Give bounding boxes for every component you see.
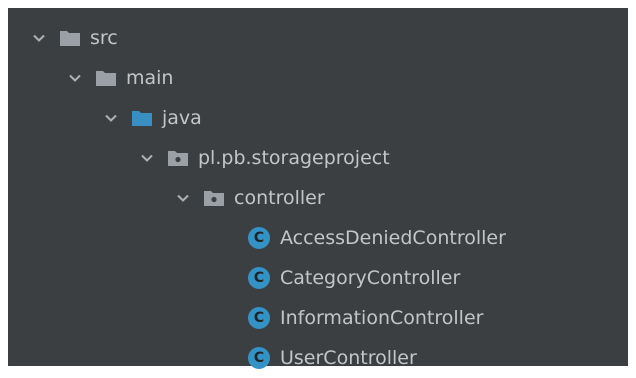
tree-node-class-categorycontroller[interactable]: C CategoryController xyxy=(8,258,636,298)
tree-node-label: pl.pb.storageproject xyxy=(198,146,390,169)
package-icon xyxy=(168,149,188,167)
class-icon: C xyxy=(248,267,270,289)
tree-node-label: UserController xyxy=(280,346,417,369)
tree-node-class-accessdeniedcontroller[interactable]: C AccessDeniedController xyxy=(8,218,636,258)
tree-node-label: CategoryController xyxy=(280,266,461,289)
tree-node-label: java xyxy=(162,106,202,129)
class-icon: C xyxy=(248,307,270,329)
tree-node-class-informationcontroller[interactable]: C InformationController xyxy=(8,298,636,338)
package-icon xyxy=(204,189,224,207)
folder-icon xyxy=(60,29,80,47)
tree-node-label: main xyxy=(126,66,174,89)
tree-node-label: InformationController xyxy=(280,306,484,329)
tree-node-label: src xyxy=(90,26,118,49)
chevron-down-icon[interactable] xyxy=(30,29,48,47)
class-icon: C xyxy=(248,227,270,249)
tree-node-label: AccessDeniedController xyxy=(280,226,506,249)
chevron-down-icon[interactable] xyxy=(174,189,192,207)
chevron-down-icon[interactable] xyxy=(138,149,156,167)
chevron-down-icon[interactable] xyxy=(66,69,84,87)
tree-node-label: controller xyxy=(234,186,325,209)
source-folder-icon xyxy=(132,109,152,127)
tree-node-src[interactable]: src xyxy=(8,18,636,58)
project-tree-panel: src main java pl.pb.storageproject contr… xyxy=(8,8,628,369)
folder-icon xyxy=(96,69,116,87)
tree-node-main[interactable]: main xyxy=(8,58,636,98)
tree-node-class-usercontroller[interactable]: C UserController xyxy=(8,338,636,378)
chevron-down-icon[interactable] xyxy=(102,109,120,127)
tree-node-package-controller[interactable]: controller xyxy=(8,178,636,218)
tree-node-package-storageproject[interactable]: pl.pb.storageproject xyxy=(8,138,636,178)
class-icon: C xyxy=(248,347,270,369)
tree-node-java[interactable]: java xyxy=(8,98,636,138)
